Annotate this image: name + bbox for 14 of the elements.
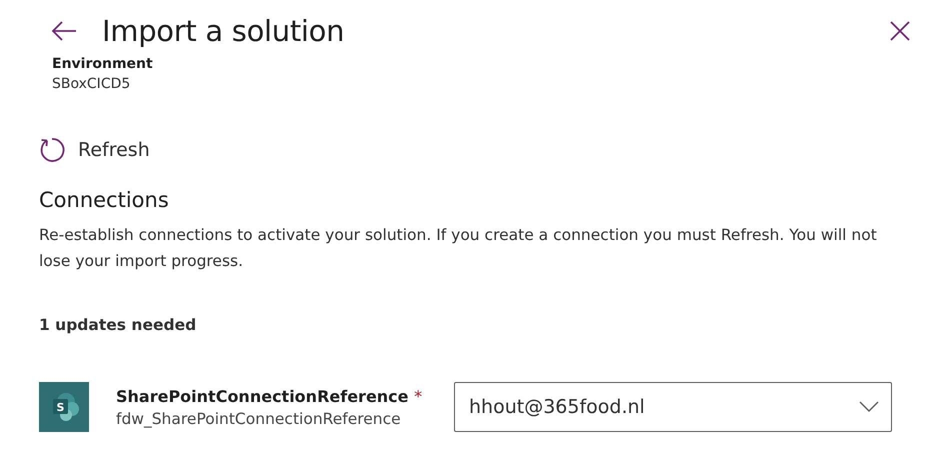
environment-value: SBoxCICD5 (52, 76, 132, 92)
chevron-down-icon (859, 401, 879, 413)
environment-label: Environment (52, 56, 154, 72)
section-description: Re-establish connections to activate your solution. If you create a connection you must Refresh. You will not lose your import progress. (39, 225, 878, 272)
section-heading: Connections (39, 188, 170, 212)
connection-dropdown[interactable]: hhout@365food.nl (454, 382, 892, 432)
refresh-icon (38, 136, 66, 164)
refresh-button[interactable]: Refresh (38, 136, 150, 164)
connection-logical-name: fdw_SharePointConnectionReference (116, 410, 402, 428)
sharepoint-icon: S (39, 382, 89, 432)
panel-title: Import a solution (102, 14, 346, 48)
close-button[interactable] (888, 19, 912, 43)
connection-reference-name: SharePointConnectionReference * (116, 386, 424, 406)
updates-needed-text: 1 updates needed (39, 316, 198, 334)
